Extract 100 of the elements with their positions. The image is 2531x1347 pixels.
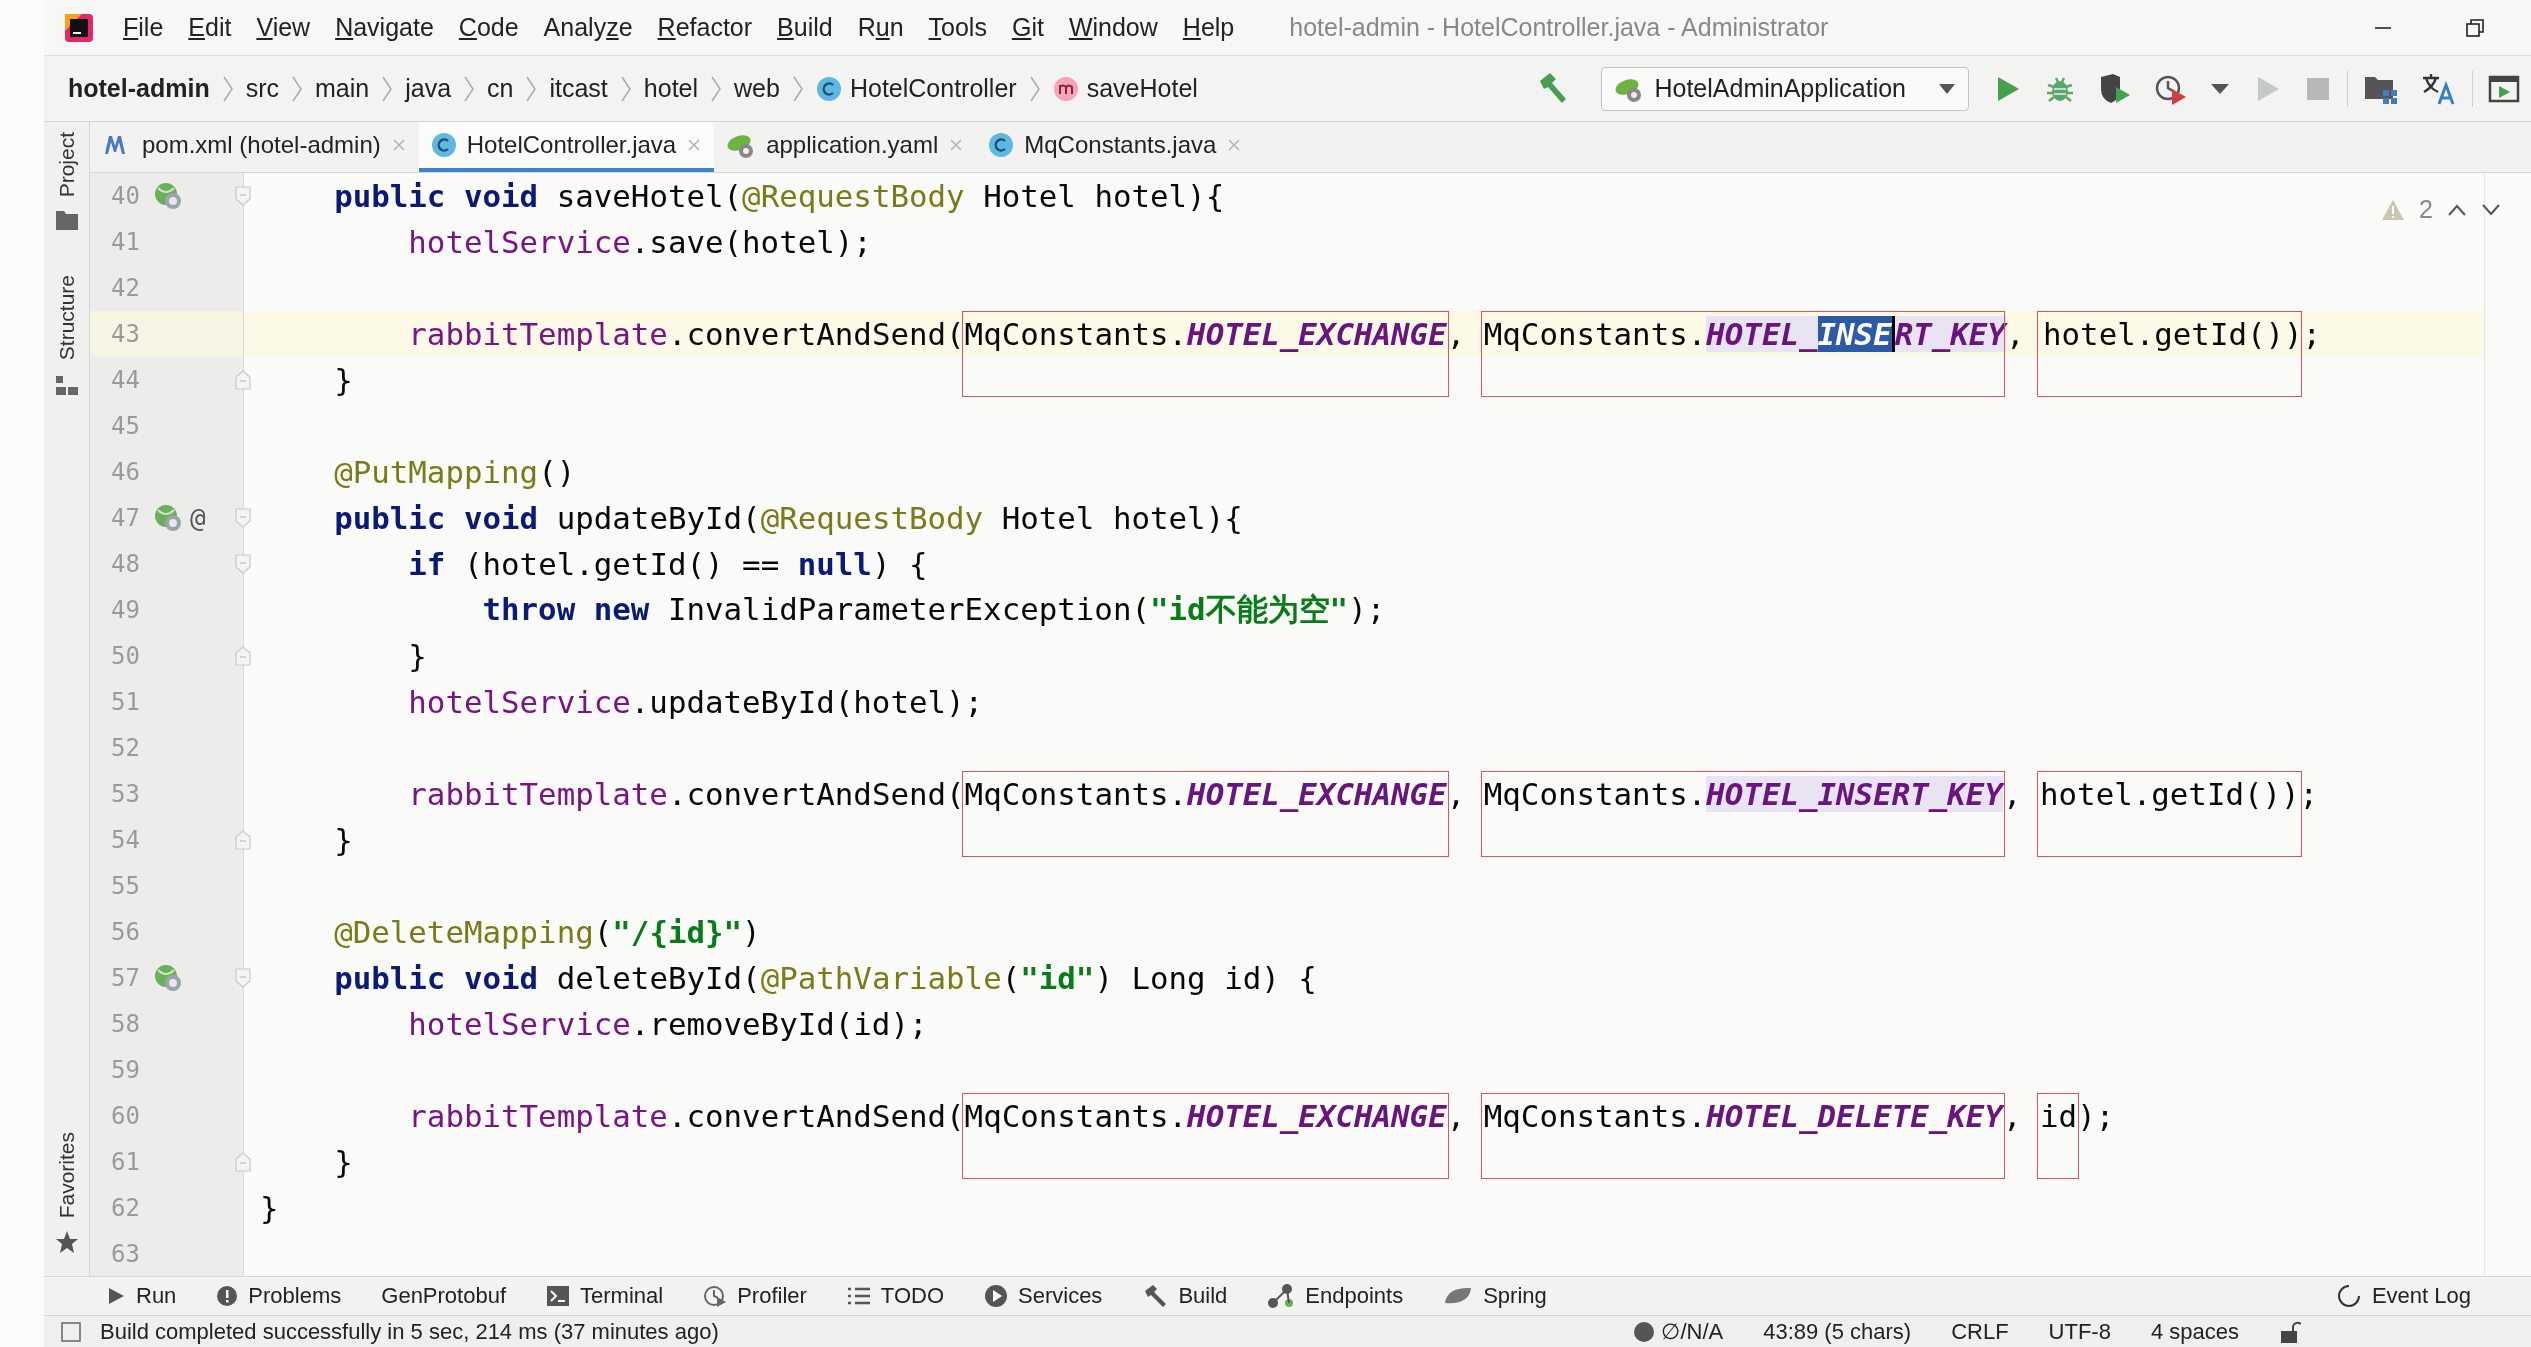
line-number: 43 [110, 320, 140, 348]
tool-window-button[interactable]: Terminal [546, 1283, 664, 1309]
fold-icon[interactable] [234, 967, 252, 989]
menu-item[interactable]: Navigate [335, 13, 434, 42]
menu-item[interactable]: Tools [928, 13, 987, 42]
tool-window-button[interactable]: Build [1142, 1283, 1228, 1309]
window-play-icon[interactable] [2488, 73, 2520, 104]
editor-tab[interactable]: application.yaml [714, 122, 977, 172]
line-number: 56 [110, 918, 140, 946]
status-item[interactable]: CRLF [1951, 1318, 2009, 1345]
breadcrumb-item[interactable]: saveHotel [1086, 74, 1198, 103]
fold-icon[interactable] [234, 507, 252, 529]
menu-item[interactable]: Build [777, 13, 833, 42]
menu-item[interactable]: Window [1068, 13, 1158, 42]
close-icon[interactable] [686, 137, 703, 153]
tool-window-button[interactable]: Event Log [2335, 1283, 2471, 1309]
fold-icon[interactable] [234, 645, 252, 667]
fold-icon[interactable] [234, 369, 252, 391]
panel-toggle-icon[interactable] [60, 1320, 82, 1343]
menu-item[interactable]: Run [857, 13, 904, 42]
code-line: hotelService.removeById(id); [407, 1006, 928, 1042]
restore-icon[interactable] [2464, 16, 2486, 39]
list-icon [846, 1286, 871, 1306]
breadcrumb-item[interactable]: web [734, 74, 780, 103]
line-number: 57 [110, 964, 140, 992]
line-number: 60 [110, 1102, 140, 1130]
close-icon[interactable] [1226, 137, 1243, 153]
tool-window-button[interactable]: GenProtobuf [381, 1283, 507, 1309]
breadcrumb-item[interactable]: main [315, 74, 370, 103]
menu-item[interactable]: Git [1011, 13, 1044, 42]
tool-window-button[interactable]: Services [984, 1283, 1103, 1309]
code-line: @DeleteMapping("/{id}") [333, 914, 761, 950]
chevron-down-icon[interactable] [2481, 202, 2501, 217]
globe-badge-icon[interactable] [154, 504, 182, 532]
editor-tab[interactable]: HotelController.java [418, 122, 715, 172]
line-number: 45 [110, 412, 140, 440]
breadcrumb-item[interactable]: hotel-admin [68, 74, 210, 103]
breadcrumb-item[interactable]: java [405, 74, 452, 103]
menu-item[interactable]: Edit [188, 13, 232, 42]
tool-window-button[interactable]: Profiler [703, 1283, 807, 1309]
line-number: 49 [110, 596, 140, 624]
status-item[interactable]: UTF-8 [2048, 1318, 2111, 1345]
globe-badge-icon[interactable] [154, 182, 182, 210]
menu-item[interactable]: Code [458, 13, 519, 42]
code-line: if (hotel.getId() == null) { [407, 546, 928, 582]
breadcrumb-item[interactable]: itcast [549, 74, 608, 103]
code-line: } [333, 362, 353, 398]
code-line: throw new InvalidParameterException("id不能为空"); [481, 590, 1386, 629]
close-icon[interactable] [948, 137, 965, 153]
run-configuration-dropdown[interactable]: HotelAdminApplication [1601, 66, 1969, 111]
line-number: 53 [110, 780, 140, 808]
tool-window-tab[interactable]: Project [54, 132, 79, 198]
status-item[interactable]: 43:89 (5 chars) [1763, 1318, 1912, 1345]
editor-tab[interactable]: pom.xml (hotel-admin) [90, 122, 419, 172]
shield-play-icon[interactable] [2098, 72, 2132, 105]
tool-window-tab[interactable]: Structure [54, 275, 79, 361]
menu-item[interactable]: View [256, 13, 311, 42]
caret-icon[interactable] [2210, 82, 2230, 95]
star-icon[interactable] [54, 1230, 79, 1254]
breadcrumb-item[interactable]: HotelController [849, 74, 1017, 103]
code-line: hotelService.updateById(hotel); [407, 684, 984, 720]
fold-icon[interactable] [234, 185, 252, 207]
app-logo-icon[interactable] [64, 12, 94, 43]
folder-icon[interactable] [54, 209, 79, 232]
code-line: rabbitTemplate.convertAndSend(MqConstants.HOTEL_EXCHANGE, MqConstants.HOTEL_INSERT_KEY, hotel.getId()); [407, 776, 2319, 812]
tool-window-button[interactable]: Run [106, 1283, 177, 1309]
status-item[interactable]: 4 spaces [2150, 1318, 2239, 1345]
editor-tab[interactable]: MqConstants.java [976, 122, 1255, 172]
tool-window-button[interactable]: Endpoints [1267, 1283, 1404, 1309]
line-number: 51 [110, 688, 140, 716]
menu-item[interactable]: Refactor [657, 13, 753, 42]
endpoints-icon [1267, 1283, 1296, 1309]
line-number: 46 [110, 458, 140, 486]
fold-icon[interactable] [234, 829, 252, 851]
override-marker[interactable]: @ [190, 503, 206, 533]
class-icon [815, 75, 842, 102]
fold-icon[interactable] [234, 553, 252, 575]
chevron-up-icon[interactable] [2447, 202, 2467, 217]
code-line: public void saveHotel(@RequestBody Hotel hotel){ [333, 178, 1225, 214]
globe-badge-icon[interactable] [154, 964, 182, 992]
menu-item[interactable]: File [123, 13, 164, 42]
code-line: @PutMapping() [333, 454, 576, 490]
fold-icon[interactable] [234, 1151, 252, 1173]
status-item[interactable]: ∅/N/A [1661, 1318, 1724, 1345]
tool-window-button[interactable]: Problems [216, 1283, 342, 1309]
code-line: rabbitTemplate.convertAndSend(MqConstants.HOTEL_EXCHANGE, MqConstants.HOTEL_DELETE_KEY, id); [407, 1098, 2115, 1134]
line-number: 40 [110, 182, 140, 210]
breadcrumb-item[interactable]: src [245, 74, 279, 103]
breadcrumb-item[interactable]: hotel [643, 74, 699, 103]
translate-icon[interactable] [2421, 71, 2457, 106]
tool-window-button[interactable]: Spring [1443, 1283, 1547, 1309]
close-icon[interactable] [390, 137, 407, 153]
menu-item[interactable]: Help [1182, 13, 1235, 42]
breadcrumb-item[interactable]: cn [487, 74, 514, 103]
menu-item[interactable]: Analyze [543, 13, 633, 42]
line-number: 48 [110, 550, 140, 578]
tool-window-tab[interactable]: Favorites [54, 1131, 79, 1218]
tool-window-button[interactable]: TODO [846, 1283, 944, 1309]
warning-icon[interactable] [2381, 198, 2406, 221]
unlock-icon[interactable] [2279, 1319, 2301, 1344]
